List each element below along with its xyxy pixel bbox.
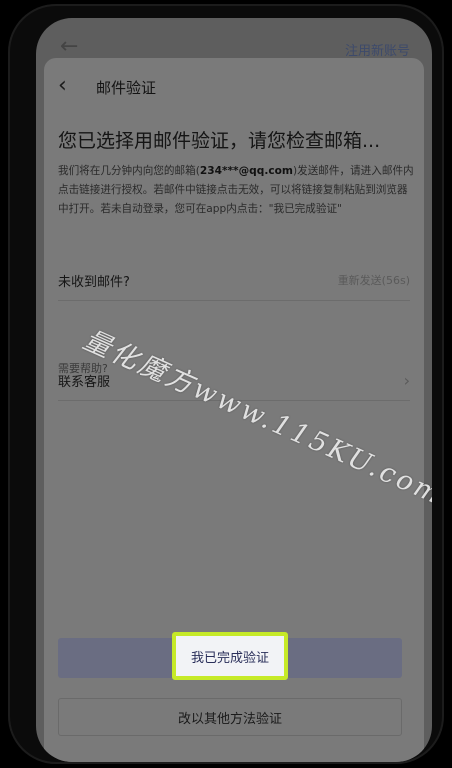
not-received-label: 未收到邮件? [58,274,130,290]
masked-email: 234***@qq.com [199,165,293,177]
chevron-right-icon: › [403,370,410,390]
screen: ← 注用新账号 ‹ 邮件验证 您已选择用邮件验证，请您检查邮箱... 我们将在几… [36,18,432,762]
sheet-title: 邮件验证 [96,79,157,97]
verification-done-button[interactable]: 我已完成验证 [172,632,288,680]
underlying-back-arrow-icon[interactable]: ← [60,36,82,58]
back-chevron-icon[interactable]: ‹ [58,75,78,97]
headline: 您已选择用邮件验证，请您检查邮箱... [58,130,381,152]
instructions-text: 我们将在几分钟内向您的邮箱(234***@qq.com)发送邮件，请进入邮件内点… [58,162,418,219]
contact-support-label: 联系客服 [58,374,111,390]
register-new-account-link[interactable]: 注用新账号 [345,40,410,59]
resend-button[interactable]: 重新发送(56s) [338,272,410,288]
phone-frame: ← 注用新账号 ‹ 邮件验证 您已选择用邮件验证，请您检查邮箱... 我们将在几… [8,4,444,764]
other-method-button[interactable]: 改以其他方法验证 [58,698,402,736]
instructions-part1: 我们将在几分钟内向您的邮箱( [58,165,200,177]
not-received-row: 未收到邮件? 重新发送(56s) [58,260,410,301]
